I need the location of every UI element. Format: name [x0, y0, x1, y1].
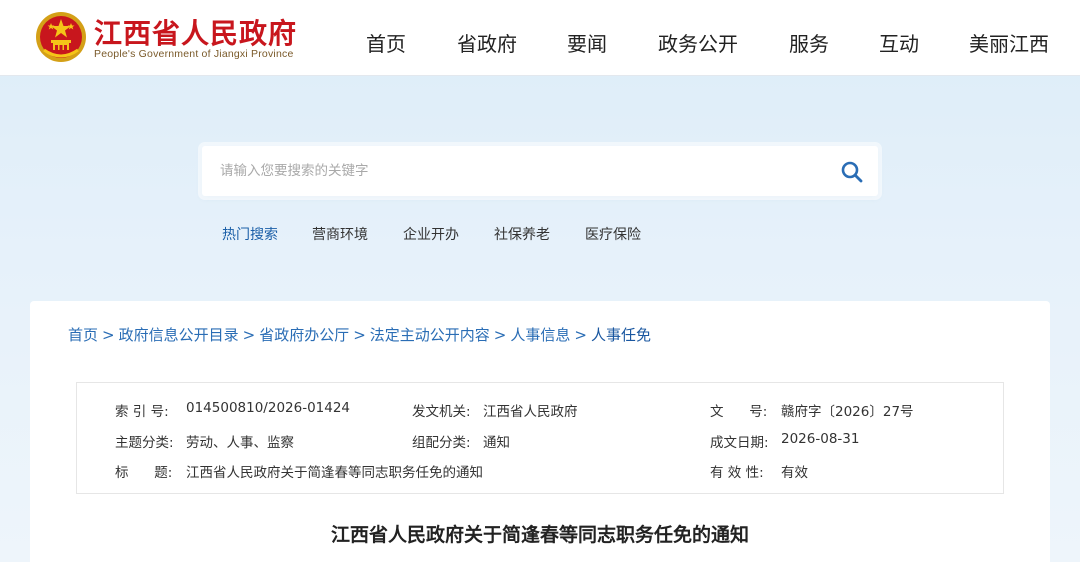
- index-number-label: 索 引 号:: [115, 404, 169, 420]
- hot-search-medical-insurance[interactable]: 医疗保险: [585, 224, 641, 244]
- form-category-label: 组配分类:: [412, 435, 471, 451]
- breadcrumb-statutory-disclosure[interactable]: 法定主动公开内容: [370, 326, 490, 344]
- title-label: 标 题:: [115, 465, 173, 481]
- nav-interaction[interactable]: 互动: [879, 28, 919, 57]
- site-header: 江西省人民政府 People's Government of Jiangxi P…: [0, 0, 1080, 76]
- nav-provincial-government[interactable]: 省政府: [457, 28, 517, 57]
- breadcrumb-separator: >: [493, 326, 507, 344]
- topic-category-value: 劳动、人事、监察: [186, 435, 294, 451]
- breadcrumb-separator: >: [102, 326, 115, 344]
- breadcrumb-general-office[interactable]: 省政府办公厅: [259, 326, 349, 344]
- topic-category-label: 主题分类:: [115, 435, 174, 451]
- site-subtitle: People's Government of Jiangxi Province: [94, 48, 294, 60]
- document-number-label: 文 号:: [710, 404, 768, 420]
- site-title: 江西省人民政府: [94, 17, 298, 50]
- site-logo[interactable]: 江西省人民政府 People's Government of Jiangxi P…: [34, 8, 304, 68]
- validity-label: 有 效 性:: [710, 465, 764, 481]
- written-date-value: 2026-08-31: [781, 431, 860, 447]
- breadcrumb-info-catalog[interactable]: 政府信息公开目录: [119, 326, 239, 344]
- nav-news[interactable]: 要闻: [567, 28, 607, 57]
- nav-home[interactable]: 首页: [366, 28, 406, 57]
- form-category-value: 通知: [483, 435, 510, 451]
- nav-beautiful-jiangxi[interactable]: 美丽江西: [969, 28, 1049, 57]
- nav-government-affairs[interactable]: 政务公开: [658, 28, 738, 57]
- breadcrumb-home[interactable]: 首页: [68, 326, 98, 344]
- breadcrumb-personnel-appointments[interactable]: 人事任免: [591, 326, 651, 344]
- written-date-label: 成文日期:: [710, 435, 769, 451]
- breadcrumb-separator: >: [242, 326, 256, 344]
- document-title: 江西省人民政府关于简逢春等同志职务任免的通知: [330, 524, 749, 546]
- index-number-value: 014500810/2026-01424: [186, 400, 351, 416]
- title-value: 江西省人民政府关于简逢春等同志职务任免的通知: [186, 465, 483, 481]
- national-emblem-icon: [36, 12, 86, 62]
- issuer-label: 发文机关:: [412, 404, 471, 420]
- breadcrumb-separator: >: [574, 326, 587, 344]
- search-bar: [202, 146, 878, 196]
- hot-search-label: 热门搜索: [222, 227, 278, 243]
- breadcrumb-personnel-info[interactable]: 人事信息: [510, 326, 570, 344]
- breadcrumb-separator: >: [353, 326, 366, 344]
- nav-services[interactable]: 服务: [789, 28, 829, 57]
- document-number-value: 赣府字〔2026〕27号: [781, 404, 914, 420]
- hot-search-company-setup[interactable]: 企业开办: [403, 224, 459, 244]
- hot-search-social-security[interactable]: 社保养老: [494, 224, 550, 244]
- breadcrumb: 首页 > 政府信息公开目录 > 省政府办公厅 > 法定主动公开内容 > 人事信息 > 人事任免: [68, 324, 651, 345]
- search-icon[interactable]: [838, 158, 866, 186]
- issuer-value: 江西省人民政府: [483, 404, 578, 420]
- hot-search-business-environment[interactable]: 营商环境: [312, 224, 368, 244]
- search-input[interactable]: [220, 158, 820, 184]
- validity-value: 有效: [781, 465, 808, 481]
